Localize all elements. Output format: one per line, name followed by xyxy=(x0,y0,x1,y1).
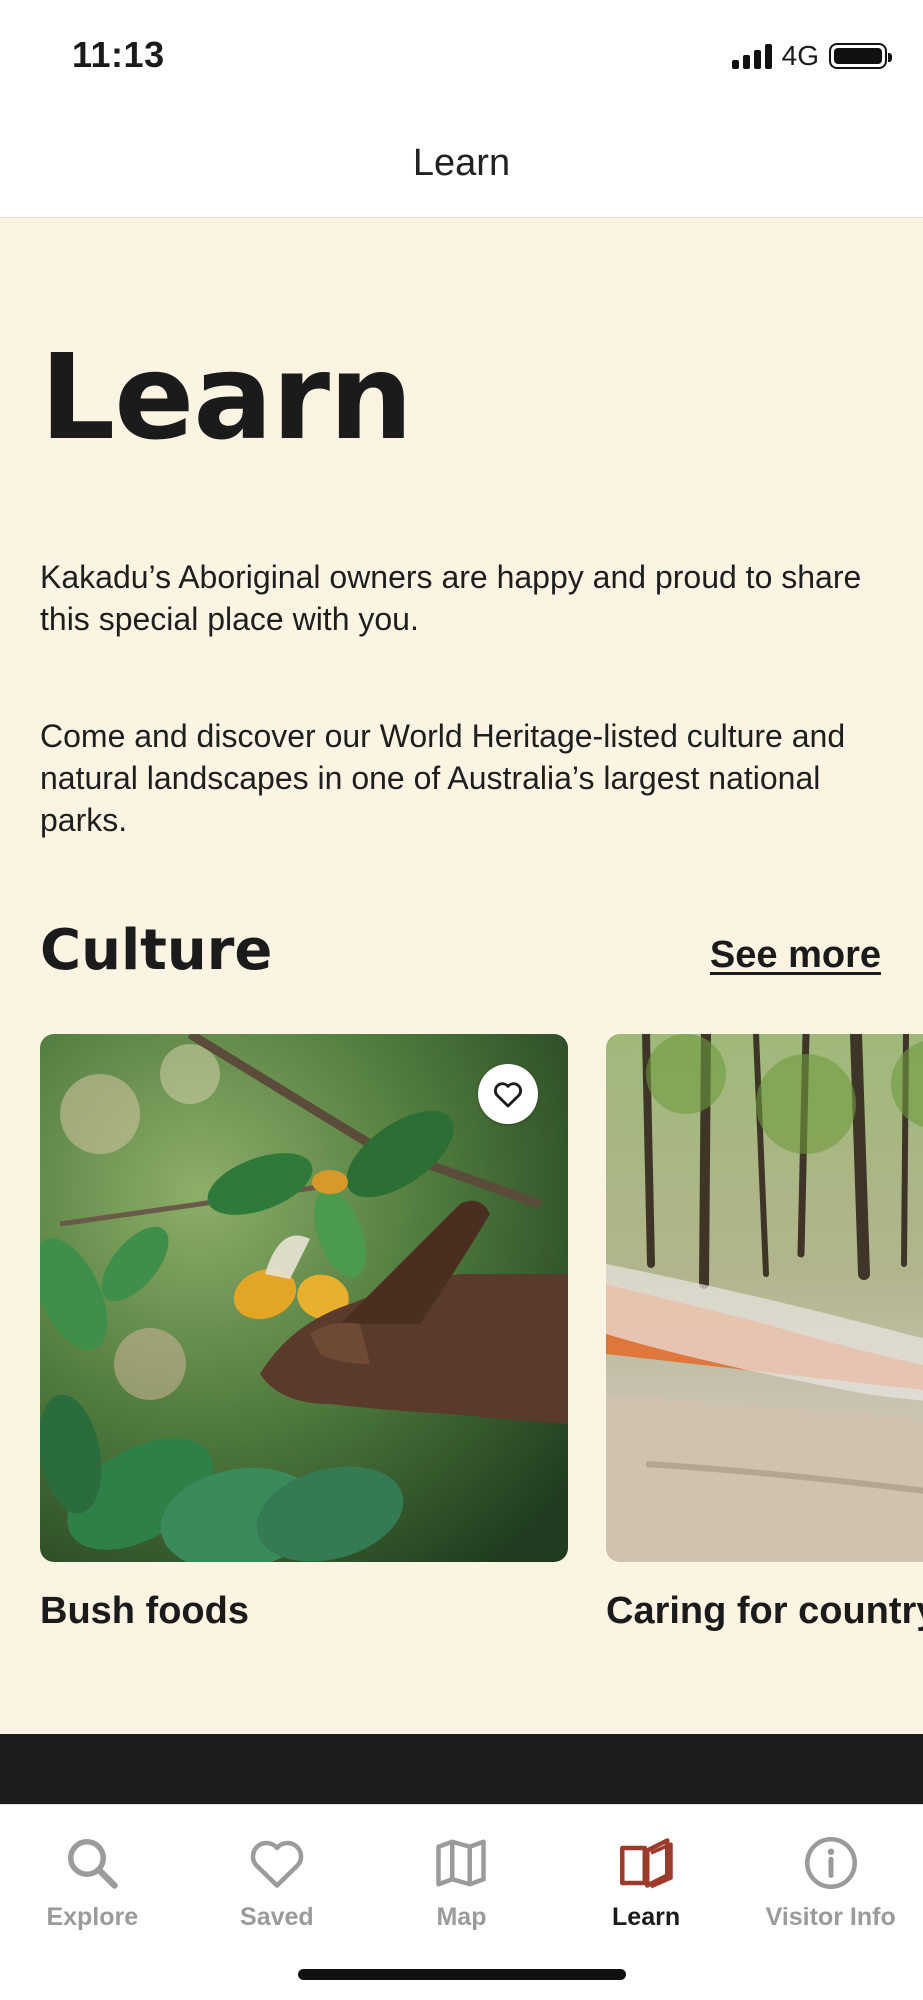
tab-label: Saved xyxy=(240,1903,314,1931)
section-title-culture: Culture xyxy=(40,918,273,983)
tab-label: Map xyxy=(436,1903,487,1931)
tab-map[interactable]: Map xyxy=(369,1833,554,1932)
tab-label: Explore xyxy=(46,1903,139,1931)
favorite-button[interactable] xyxy=(478,1064,538,1124)
card-title: Caring for country xyxy=(606,1590,923,1632)
intro-paragraph: Come and discover our World Heritage-lis… xyxy=(40,718,846,838)
card-title: Bush foods xyxy=(40,1590,249,1632)
culture-card-caring-for-country[interactable]: Caring for country xyxy=(606,1034,923,1633)
nav-header: Learn xyxy=(0,110,923,218)
card-image-caring-for-country[interactable] xyxy=(606,1034,923,1562)
culture-card-bush-foods[interactable]: Bush foods xyxy=(40,1034,568,1633)
heart-icon xyxy=(250,1840,304,1888)
tab-saved[interactable]: Saved xyxy=(185,1833,370,1932)
status-time: 11:13 xyxy=(72,34,165,75)
tab-explore[interactable]: Explore xyxy=(0,1833,185,1932)
status-indicators: 4G xyxy=(731,40,892,72)
signal-icon xyxy=(731,43,772,69)
tab-learn[interactable]: Learn xyxy=(554,1833,739,1932)
tab-label: Visitor Info xyxy=(765,1903,896,1931)
book-icon xyxy=(620,1838,673,1889)
footer-dark-band xyxy=(0,1734,923,1804)
battery-icon xyxy=(829,43,892,69)
nav-title: Learn xyxy=(412,142,511,184)
tab-visitor-info[interactable]: Visitor Info xyxy=(738,1833,923,1932)
network-type: 4G xyxy=(781,40,819,71)
tab-bar: Explore Saved Map Learn Visitor Info xyxy=(0,1804,923,2000)
info-icon xyxy=(804,1837,857,1889)
tab-label: Learn xyxy=(612,1903,681,1931)
status-bar: 11:13 4G xyxy=(0,0,923,110)
card-image-bush-foods[interactable] xyxy=(40,1034,568,1562)
search-icon xyxy=(68,1839,119,1889)
page-title: Learn xyxy=(40,328,413,466)
see-more-link[interactable]: See more xyxy=(710,934,881,977)
heart-outline-icon xyxy=(494,1082,522,1108)
learn-content[interactable]: Learn Kakadu’s Aboriginal owners are hap… xyxy=(0,218,923,1734)
intro-paragraph: Kakadu’s Aboriginal owners are happy and… xyxy=(40,559,862,637)
map-icon xyxy=(436,1839,487,1887)
home-indicator[interactable] xyxy=(298,1969,626,1980)
